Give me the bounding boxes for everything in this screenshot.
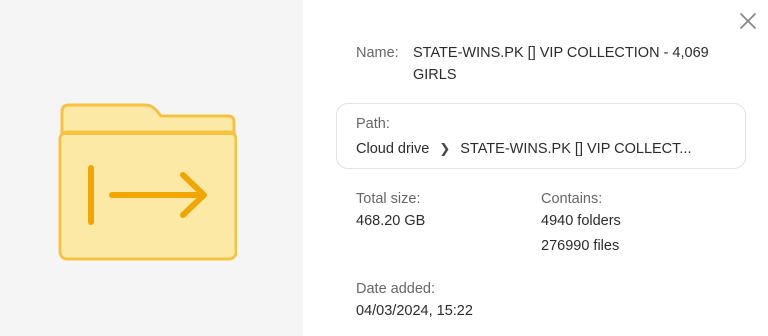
total-size-value: 468.20 GB	[356, 213, 426, 229]
date-added-label: Date added:	[356, 281, 436, 297]
total-size-label: Total size:	[356, 191, 421, 207]
date-added-value: 04/03/2024, 15:22	[356, 303, 473, 319]
name-label: Name:	[356, 45, 399, 61]
preview-pane	[0, 0, 303, 336]
chevron-right-icon: ❯	[439, 141, 451, 156]
folder-shared-out-icon	[58, 103, 237, 261]
breadcrumb-current-folder[interactable]: STATE-WINS.PK [] VIP COLLECT...	[460, 141, 691, 157]
close-icon	[740, 13, 756, 29]
breadcrumb-cloud-drive[interactable]: Cloud drive	[356, 141, 429, 157]
path-box: Path: Cloud drive ❯ STATE-WINS.PK [] VIP C…	[336, 103, 746, 169]
name-value: STATE-WINS.PK [] VIP COLLECTION - 4,069 …	[413, 45, 709, 83]
breadcrumb: Cloud drive ❯ STATE-WINS.PK [] VIP COLLECT…	[356, 141, 736, 157]
contains-files-value: 276990 files	[541, 238, 620, 254]
close-button[interactable]	[736, 9, 760, 33]
contains-folders-value: 4940 folders	[541, 213, 621, 229]
contains-label: Contains:	[541, 191, 603, 207]
path-label: Path:	[356, 116, 390, 132]
